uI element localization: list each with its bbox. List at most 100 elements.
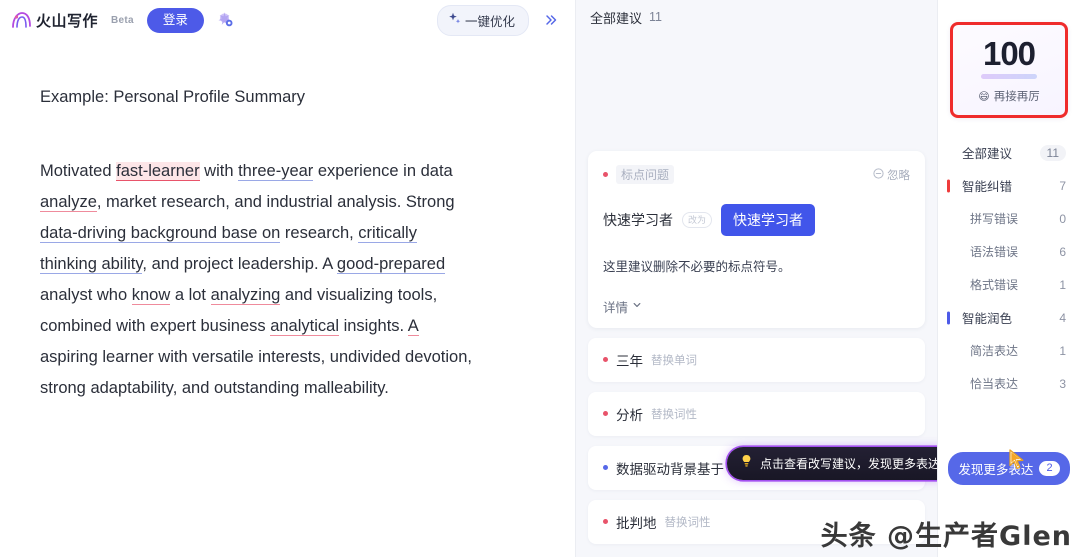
active-bar-indicator	[947, 179, 950, 192]
text-plain: Motivated	[40, 162, 117, 181]
active-bar-indicator	[947, 311, 950, 324]
active-bar-indicator	[947, 212, 950, 225]
lightbulb-icon	[740, 454, 753, 473]
suggestion-replace-row: 快速学习者 改为 快速学习者	[603, 204, 910, 236]
brand: 火山写作	[10, 10, 98, 31]
suggestion-span-data-driving[interactable]: data-driving background base on	[40, 224, 281, 244]
severity-dot-icon	[603, 465, 608, 471]
text-plain: analyst who	[40, 286, 132, 305]
text-plain: a lot	[170, 286, 211, 305]
brand-name: 火山写作	[36, 12, 99, 30]
sidebar-item-label: 拼写错误	[970, 212, 1019, 226]
category-list: 全部建议 11 智能纠错 7 拼写错误 0 语法错误 6 格式错误 1 智能润色…	[938, 118, 1080, 400]
active-bar-indicator	[947, 278, 950, 291]
suggestion-list: 标点问题 忽略 快速学习者 改为 快速学习者 这里建议删除不必要的标点符号。 详…	[576, 151, 937, 544]
magic-wand-icon[interactable]	[214, 8, 240, 32]
one-click-optimize-button[interactable]: 一键优化	[436, 4, 529, 36]
suggestion-card-header: 标点问题 忽略	[603, 165, 910, 184]
severity-dot-icon	[603, 519, 608, 525]
active-bar-indicator	[947, 146, 950, 159]
active-bar-indicator	[947, 344, 950, 357]
sidebar-item-grammar-errors[interactable]: 语法错误 6	[938, 235, 1080, 268]
sidebar-item-label: 智能润色	[962, 312, 1013, 326]
list-item[interactable]: 三年 替换单词	[588, 337, 925, 382]
suggestion-pane-title: 全部建议	[590, 10, 643, 26]
active-bar-indicator	[947, 377, 950, 390]
beta-badge: Beta	[111, 14, 134, 26]
ignore-button[interactable]: 忽略	[873, 167, 910, 183]
apply-replacement-button[interactable]: 快速学习者	[721, 204, 816, 236]
text-plain: , market research, and industrial analys…	[96, 193, 455, 212]
score-card[interactable]: 100 😄 再接再厉	[950, 22, 1068, 118]
suggestion-word: 三年	[616, 353, 643, 369]
sidebar-item-label: 格式错误	[970, 278, 1019, 292]
original-text: 快速学习者	[603, 212, 673, 228]
login-button[interactable]: 登录	[146, 7, 204, 33]
error-span-analytical[interactable]: analytical	[270, 317, 339, 337]
suggestion-action: 替换词性	[664, 516, 711, 529]
editor-body[interactable]: Example: Personal Profile Summary Motiva…	[0, 40, 575, 404]
suggestion-card-punctuation[interactable]: 标点问题 忽略 快速学习者 改为 快速学习者 这里建议删除不必要的标点符号。 详…	[588, 151, 925, 328]
text-plain: experience in data	[313, 162, 453, 181]
suggestion-word: 数据驱动背景基于	[616, 461, 724, 477]
sidebar-item-count: 6	[1059, 244, 1066, 259]
document-text[interactable]: Motivated fast-learner with three-year e…	[40, 156, 510, 404]
tooltip-text: 点击查看改写建议，发现更多表达	[760, 457, 938, 471]
suggestion-pane-count: 11	[649, 10, 662, 24]
error-span-analyzing[interactable]: analyzing	[210, 286, 281, 306]
suggestion-span-three-year[interactable]: three-year	[238, 162, 314, 182]
sidebar-item-all-suggestions[interactable]: 全部建议 11	[938, 136, 1080, 169]
rewrite-hint-tooltip: 点击查看改写建议，发现更多表达	[727, 447, 938, 480]
text-plain: aspiring learner with versatile interest…	[40, 348, 472, 367]
score-value-wrap: 100	[953, 37, 1065, 79]
score-underline-decoration	[981, 74, 1037, 79]
sidebar-item-count: 1	[1059, 277, 1066, 292]
score-label: 再接再厉	[993, 91, 1040, 103]
suggestion-action: 替换单词	[651, 354, 697, 367]
sidebar-item-appropriate-expression[interactable]: 恰当表达 3	[938, 367, 1080, 400]
optimize-label: 一键优化	[464, 14, 515, 29]
error-span-analyze[interactable]: analyze	[40, 193, 97, 213]
suggestion-span-thinking-ability[interactable]: thinking ability	[40, 255, 143, 275]
sidebar-item-spelling-errors[interactable]: 拼写错误 0	[938, 202, 1080, 235]
editor-header: 火山写作 Beta 登录 一键优化	[0, 0, 575, 40]
sidebar-item-count: 1	[1059, 343, 1066, 358]
list-item[interactable]: 分析 替换词性	[588, 391, 925, 436]
score-wrapper: 100 😄 再接再厉	[938, 0, 1080, 118]
sidebar-item-smart-polish[interactable]: 智能润色 4	[938, 301, 1080, 334]
sidebar-item-format-errors[interactable]: 格式错误 1	[938, 268, 1080, 301]
smile-emoji-icon: 😄	[978, 90, 990, 103]
sidebar-item-label: 全部建议	[962, 147, 1013, 161]
text-plain: combined with expert business	[40, 317, 271, 336]
error-span-know[interactable]: know	[131, 286, 171, 306]
sidebar-item-label: 恰当表达	[970, 377, 1019, 391]
suggestion-pane: 全部建议 11 标点问题 忽略 快速学习者 改为 快速学习者 这里建议删除不必要…	[576, 0, 938, 557]
sparkle-icon	[448, 12, 461, 28]
suggestion-pane-header: 全部建议 11	[576, 0, 937, 34]
severity-dot-icon	[603, 411, 608, 417]
error-span-a[interactable]: A	[407, 317, 419, 337]
sidebar-item-count: 11	[1039, 144, 1066, 161]
text-plain: research,	[280, 224, 359, 243]
suggestion-span-critically[interactable]: critically	[358, 224, 417, 244]
sidebar-item-label: 语法错误	[970, 245, 1019, 259]
suggestion-span-good-prepared[interactable]: good-prepared	[336, 255, 446, 275]
document-title: Example: Personal Profile Summary	[40, 88, 306, 106]
mouse-cursor-icon	[1009, 449, 1027, 476]
sidebar-item-smart-correction[interactable]: 智能纠错 7	[938, 169, 1080, 202]
severity-dot-icon	[603, 172, 608, 177]
sidebar-item-label: 智能纠错	[962, 180, 1013, 194]
app-root: 火山写作 Beta 登录 一键优化 Example: Personal Prof…	[0, 0, 1080, 557]
sidebar-item-concise-expression[interactable]: 简洁表达 1	[938, 334, 1080, 367]
error-span-fast-learner[interactable]: fast-learner	[116, 162, 200, 182]
ignore-label: 忽略	[887, 169, 910, 182]
active-bar-indicator	[947, 245, 950, 258]
text-plain: insights.	[339, 317, 408, 336]
change-to-arrow-icon: 改为	[682, 211, 713, 229]
suggestion-word: 分析	[616, 407, 643, 423]
score-label-row: 😄 再接再厉	[953, 88, 1065, 104]
details-toggle-button[interactable]: 详情	[603, 297, 642, 316]
sidebar-item-count: 3	[1059, 376, 1066, 391]
double-chevron-right-icon[interactable]	[539, 8, 563, 32]
suggestion-description: 这里建议删除不必要的标点符号。	[603, 260, 791, 274]
